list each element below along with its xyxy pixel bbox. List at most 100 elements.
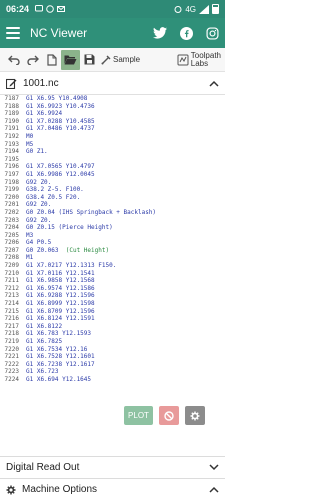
- code-line: 7187 G1 X6.95 Y10.4908: [4, 95, 221, 103]
- code-line: 7207 G0 Z0.063 (Cut Height): [4, 247, 221, 255]
- undo-button[interactable]: [4, 50, 23, 70]
- status-bar: 06:24 4G: [0, 0, 225, 18]
- code-text: G1 X7.0288 Y10.4585: [26, 117, 95, 125]
- new-file-button[interactable]: [42, 50, 61, 70]
- code-line: 7188 G1 X6.9923 Y10.4736: [4, 103, 221, 111]
- file-name: 1001.nc: [23, 78, 59, 89]
- code-line: 7193 M5: [4, 141, 221, 149]
- code-text: G1 X6.9288 Y12.1596: [26, 292, 95, 300]
- line-number: 7218: [4, 330, 19, 338]
- code-text: G1 X7.0116 Y12.1541: [26, 269, 95, 277]
- code-line: 7218 G1 X6.783 Y12.1593: [4, 330, 221, 338]
- chat-icon: [35, 5, 44, 12]
- sample-button[interactable]: Sample: [101, 55, 140, 65]
- code-text: G4 P0.5: [26, 239, 52, 247]
- plot-button[interactable]: PLOT: [124, 406, 153, 425]
- line-number: 7208: [4, 254, 19, 262]
- code-text: G1 X6.7238 Y12.1617: [26, 360, 95, 368]
- code-line: 7210 G1 X7.0116 Y12.1541: [4, 270, 221, 278]
- code-line: 7211 G1 X6.9858 Y12.1568: [4, 277, 221, 285]
- line-number: 7220: [4, 345, 19, 353]
- line-number: 7193: [4, 140, 19, 148]
- code-text: M1: [26, 254, 34, 262]
- code-line: 7202 G0 Z0.04 (IHS Springback + Backlash): [4, 209, 221, 217]
- code-line: 7208 M1: [4, 254, 221, 262]
- code-line: 7189 G1 X6.9924: [4, 110, 221, 118]
- code-line: 7191 G1 X7.0486 Y10.4737: [4, 125, 221, 133]
- file-header[interactable]: 1001.nc: [0, 73, 225, 95]
- line-number: 7200: [4, 193, 19, 201]
- redo-icon: [26, 55, 39, 65]
- chevron-down-icon: [209, 464, 219, 471]
- code-text: G1 X6.7528 Y12.1601: [26, 353, 95, 361]
- line-number: 7198: [4, 178, 19, 186]
- code-comment: (Cut Height): [65, 246, 110, 254]
- code-text: G1 X6.694 Y12.1645: [26, 375, 92, 383]
- code-text: G1 X6.9924: [26, 110, 63, 118]
- code-line: 7205 M3: [4, 232, 221, 240]
- code-line: 7222 G1 X6.7238 Y12.1617: [4, 361, 221, 369]
- code-text: G0 Z0.063 (Cut Height): [26, 247, 109, 255]
- line-number: 7222: [4, 360, 19, 368]
- code-text: M0: [26, 132, 34, 140]
- code-text: G1 X6.723: [26, 368, 59, 376]
- open-file-button[interactable]: [61, 49, 80, 70]
- line-number: 7195: [4, 155, 19, 163]
- line-number: 7221: [4, 353, 19, 361]
- message-icon: [46, 5, 54, 13]
- gear-icon: [190, 411, 200, 420]
- code-text: M5: [26, 140, 34, 148]
- chevron-up-icon[interactable]: [209, 80, 219, 87]
- menu-icon[interactable]: [6, 27, 20, 39]
- line-number: 7197: [4, 170, 19, 178]
- line-number: 7192: [4, 132, 19, 140]
- settings-button[interactable]: [185, 406, 205, 425]
- facebook-icon[interactable]: [179, 26, 193, 40]
- code-text: G92 Z0.: [26, 201, 52, 209]
- redo-button[interactable]: [23, 50, 42, 70]
- code-line: 7192 M0: [4, 133, 221, 141]
- line-number: 7187: [4, 95, 19, 102]
- save-button[interactable]: [80, 50, 99, 70]
- line-number: 7191: [4, 125, 19, 133]
- code-text: G0 Z0.04 (IHS Springback + Backlash): [26, 208, 157, 216]
- status-icons: [35, 5, 66, 13]
- code-text: G1 X6.8999 Y12.1598: [26, 300, 95, 308]
- digital-read-out-panel[interactable]: Digital Read Out: [0, 456, 225, 478]
- machine-options-panel[interactable]: Machine Options: [0, 478, 225, 500]
- twitter-icon[interactable]: [153, 26, 167, 40]
- line-number: 7206: [4, 239, 19, 247]
- line-number: 7190: [4, 117, 19, 125]
- line-number: 7217: [4, 322, 19, 330]
- line-number: 7205: [4, 231, 19, 239]
- toolpath-labs-link[interactable]: Toolpath Labs: [177, 51, 221, 68]
- code-line: 7212 G1 X6.9574 Y12.1586: [4, 285, 221, 293]
- instagram-icon[interactable]: [205, 26, 219, 40]
- code-text: G1 X6.95 Y10.4908: [26, 95, 88, 102]
- code-line: 7201 G92 Z0.: [4, 201, 221, 209]
- code-text: G1 X6.8124 Y12.1591: [26, 315, 95, 323]
- code-command: G0 Z0.063: [26, 246, 66, 254]
- code-line: 7220 G1 X6.7534 Y12.16: [4, 346, 221, 354]
- gcode-editor[interactable]: 7187 G1 X6.95 Y10.4908 7188 G1 X6.9923 Y10.…: [4, 95, 221, 454]
- code-line: 7196 G1 X7.0565 Y10.4797: [4, 163, 221, 171]
- line-number: 7224: [4, 375, 19, 383]
- line-number: 7201: [4, 201, 19, 209]
- code-line: 7221 G1 X6.7528 Y12.1601: [4, 353, 221, 361]
- line-number: 7188: [4, 102, 19, 110]
- network-label: 4G: [185, 4, 196, 14]
- line-number: 7211: [4, 277, 19, 285]
- code-text: M3: [26, 231, 34, 239]
- toolpath-label: Toolpath Labs: [191, 51, 221, 68]
- code-text: G1 X6.9858 Y12.1568: [26, 277, 95, 285]
- line-number: 7203: [4, 216, 19, 224]
- status-time: 06:24: [6, 4, 30, 14]
- line-number: 7216: [4, 315, 19, 323]
- clear-button[interactable]: [159, 406, 179, 425]
- code-line: 7217 G1 X6.8122: [4, 323, 221, 331]
- mail-icon: [57, 6, 66, 12]
- toolpath-icon: [177, 54, 189, 65]
- code-text: G0 Z0.15 (Pierce Height): [26, 224, 113, 232]
- chevron-up-icon: [209, 486, 219, 493]
- line-number: 7215: [4, 307, 19, 315]
